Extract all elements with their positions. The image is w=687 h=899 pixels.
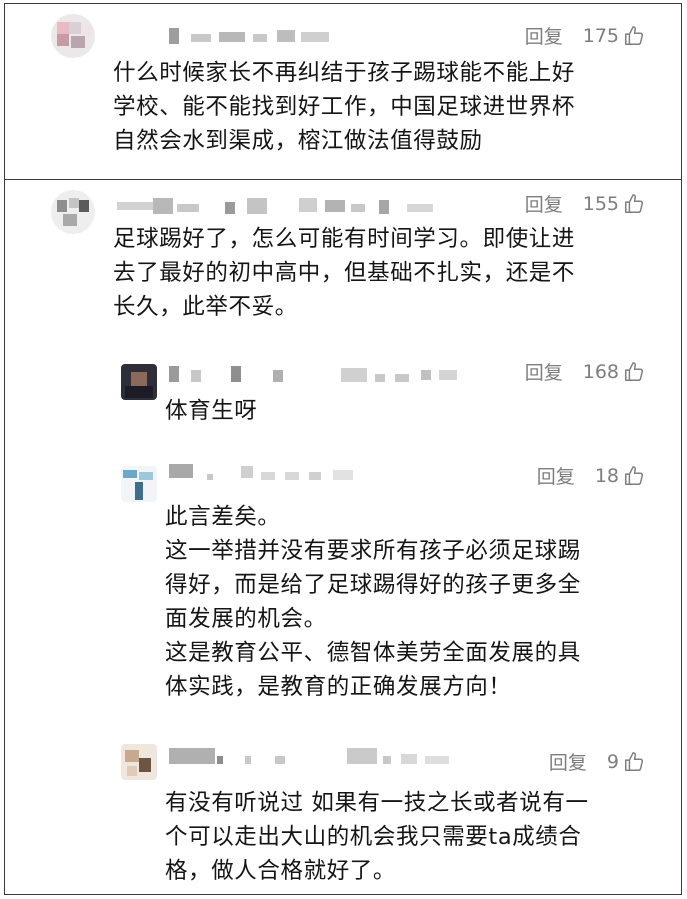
comment-line: 去了最好的初中高中，但基础不扎实，还是不 <box>113 260 576 286</box>
comment-screenshot: 回复 175 什么时候家长不再纠结于孩子踢球能不能上好 学校、能不能找到好工作，… <box>0 0 687 899</box>
reply-line: 体育生呀 <box>165 398 258 424</box>
reply-meta: 回复 9 <box>549 748 645 775</box>
thumbs-up-icon[interactable] <box>623 361 645 383</box>
reply-meta: 回复 168 <box>525 358 645 385</box>
like-count: 155 <box>582 192 619 215</box>
username-blurred[interactable] <box>169 748 459 766</box>
comment-meta: 回复 155 <box>525 190 645 217</box>
reply-line: 面发展的机会。 <box>165 606 327 632</box>
username-blurred[interactable] <box>169 464 369 482</box>
avatar[interactable] <box>51 14 95 58</box>
comment-text: 足球踢好了，怎么可能有时间学习。即使让进 去了最好的初中高中，但基础不扎实，还是… <box>113 222 575 324</box>
reply-line: 此言差矣。 <box>165 504 281 530</box>
comment-card: 回复 155 足球踢好了，怎么可能有时间学习。即使让进 去了最好的初中高中，但基… <box>4 179 682 895</box>
reply-text: 此言差矣。 这一举措并没有要求所有孩子必须足球踢 得好，而是给了足球踢得好的孩子… <box>165 500 581 704</box>
reply-line: 有没有听说过 如果有一技之长或者说有一 <box>165 790 589 816</box>
reply-button[interactable]: 回复 <box>525 22 563 49</box>
avatar[interactable] <box>121 466 157 502</box>
avatar[interactable] <box>51 190 95 234</box>
comment-line: 长久，此举不妥。 <box>113 294 298 320</box>
avatar[interactable] <box>121 744 157 780</box>
reply-meta: 回复 18 <box>537 462 645 489</box>
username-blurred[interactable] <box>169 366 469 384</box>
reply-line: 这一举措并没有要求所有孩子必须足球踢 <box>165 538 581 564</box>
thumbs-up-icon[interactable] <box>623 25 645 47</box>
thumbs-up-icon[interactable] <box>623 193 645 215</box>
thumbs-up-icon[interactable] <box>623 751 645 773</box>
reply-line: 体实践，是教育的正确发展方向！ <box>165 674 512 700</box>
comment-meta: 回复 175 <box>525 22 645 49</box>
reply-line: 得好，而是给了足球踢得好的孩子更多全 <box>165 572 581 598</box>
thumbs-up-icon[interactable] <box>623 465 645 487</box>
comment-line: 什么时候家长不再纠结于孩子踢球能不能上好 <box>113 60 576 86</box>
reply-button[interactable]: 回复 <box>549 748 587 775</box>
comment-line: 自然会水到渠成，榕江做法值得鼓励 <box>113 128 483 154</box>
reply-line: 这是教育公平、德智体美劳全面发展的具 <box>165 640 581 666</box>
like-count: 175 <box>582 24 619 47</box>
comment-card: 回复 175 什么时候家长不再纠结于孩子踢球能不能上好 学校、能不能找到好工作，… <box>4 3 682 180</box>
like-count: 18 <box>594 464 619 487</box>
reply-text: 有没有听说过 如果有一技之长或者说有一 个可以走出大山的机会我只需要ta成绩合 … <box>165 786 589 888</box>
like-count: 168 <box>582 360 619 383</box>
comment-line: 学校、能不能找到好工作，中国足球进世界杯 <box>113 94 576 120</box>
reply-text: 体育生呀 <box>165 394 257 428</box>
like-count: 9 <box>606 750 619 773</box>
reply-button[interactable]: 回复 <box>525 190 563 217</box>
comment-text: 什么时候家长不再纠结于孩子踢球能不能上好 学校、能不能找到好工作，中国足球进世界… <box>113 56 575 158</box>
avatar[interactable] <box>121 364 157 400</box>
reply-button[interactable]: 回复 <box>537 462 575 489</box>
reply-button[interactable]: 回复 <box>525 358 563 385</box>
username-blurred[interactable] <box>169 26 334 44</box>
username-blurred[interactable] <box>117 196 437 214</box>
comment-line: 足球踢好了，怎么可能有时间学习。即使让进 <box>113 226 576 252</box>
reply-line: 个可以走出大山的机会我只需要ta成绩合 <box>165 824 582 850</box>
reply-line: 格，做人合格就好了。 <box>165 858 397 884</box>
